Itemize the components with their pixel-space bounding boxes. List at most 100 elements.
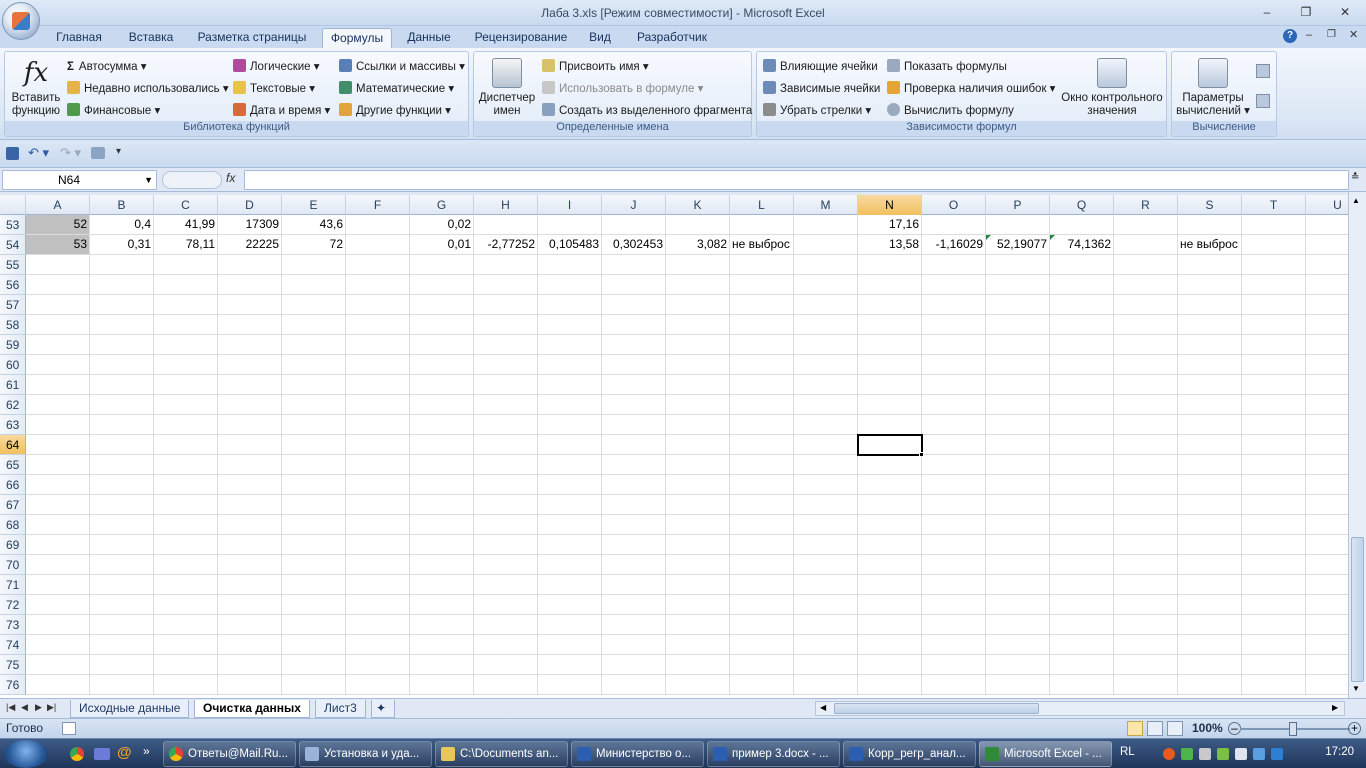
cell-P69[interactable]: [986, 535, 1050, 555]
cell-B74[interactable]: [90, 635, 154, 655]
cell-A53[interactable]: 52: [26, 215, 90, 235]
cell-C60[interactable]: [154, 355, 218, 375]
cell-U59[interactable]: [1306, 335, 1348, 355]
cell-I70[interactable]: [538, 555, 602, 575]
row-header[interactable]: 72: [0, 595, 26, 615]
cell-T66[interactable]: [1242, 475, 1306, 495]
cell-C56[interactable]: [154, 275, 218, 295]
cell-E70[interactable]: [282, 555, 346, 575]
cell-L54[interactable]: не выброс: [730, 235, 794, 255]
cell-D63[interactable]: [218, 415, 282, 435]
cell-P73[interactable]: [986, 615, 1050, 635]
cell-D53[interactable]: 17309: [218, 215, 282, 235]
cell-B76[interactable]: [90, 675, 154, 695]
cell-S53[interactable]: [1178, 215, 1242, 235]
cell-O55[interactable]: [922, 255, 986, 275]
cell-C70[interactable]: [154, 555, 218, 575]
cell-J53[interactable]: [602, 215, 666, 235]
cell-T63[interactable]: [1242, 415, 1306, 435]
cell-N61[interactable]: [858, 375, 922, 395]
cell-Q57[interactable]: [1050, 295, 1114, 315]
cell-L59[interactable]: [730, 335, 794, 355]
cell-U70[interactable]: [1306, 555, 1348, 575]
cell-O64[interactable]: [922, 435, 986, 455]
maximize-button[interactable]: ❐: [1291, 3, 1321, 21]
cell-K54[interactable]: 3,082: [666, 235, 730, 255]
cell-T70[interactable]: [1242, 555, 1306, 575]
cell-K57[interactable]: [666, 295, 730, 315]
cell-D72[interactable]: [218, 595, 282, 615]
row-header[interactable]: 73: [0, 615, 26, 635]
cell-I53[interactable]: [538, 215, 602, 235]
cell-Q76[interactable]: [1050, 675, 1114, 695]
cell-A59[interactable]: [26, 335, 90, 355]
cell-O71[interactable]: [922, 575, 986, 595]
cell-O69[interactable]: [922, 535, 986, 555]
math-functions-button[interactable]: Математические ▾: [339, 80, 454, 98]
cell-M58[interactable]: [794, 315, 858, 335]
cell-A73[interactable]: [26, 615, 90, 635]
cell-R68[interactable]: [1114, 515, 1178, 535]
cell-B61[interactable]: [90, 375, 154, 395]
cell-M57[interactable]: [794, 295, 858, 315]
column-header[interactable]: L: [730, 195, 794, 215]
cell-F53[interactable]: [346, 215, 410, 235]
cell-K56[interactable]: [666, 275, 730, 295]
cell-I54[interactable]: 0,105483: [538, 235, 602, 255]
cell-F75[interactable]: [346, 655, 410, 675]
cell-K76[interactable]: [666, 675, 730, 695]
cell-J60[interactable]: [602, 355, 666, 375]
use-in-formula-button[interactable]: Использовать в формуле ▾: [542, 80, 703, 98]
cell-U73[interactable]: [1306, 615, 1348, 635]
cell-J69[interactable]: [602, 535, 666, 555]
cell-K69[interactable]: [666, 535, 730, 555]
cell-G69[interactable]: [410, 535, 474, 555]
tab-data[interactable]: Данные: [402, 28, 456, 48]
column-header[interactable]: E: [282, 195, 346, 215]
cell-E60[interactable]: [282, 355, 346, 375]
cell-B67[interactable]: [90, 495, 154, 515]
mail-quicklaunch-icon[interactable]: [94, 748, 110, 760]
page-layout-view-icon[interactable]: [1147, 721, 1163, 736]
cell-K70[interactable]: [666, 555, 730, 575]
cell-U71[interactable]: [1306, 575, 1348, 595]
cell-L63[interactable]: [730, 415, 794, 435]
cell-T65[interactable]: [1242, 455, 1306, 475]
cell-H75[interactable]: [474, 655, 538, 675]
print-preview-icon[interactable]: [91, 147, 105, 159]
cell-F58[interactable]: [346, 315, 410, 335]
cell-L70[interactable]: [730, 555, 794, 575]
cell-D61[interactable]: [218, 375, 282, 395]
cell-C72[interactable]: [154, 595, 218, 615]
scroll-up-icon[interactable]: ▲: [1352, 196, 1360, 205]
cell-B65[interactable]: [90, 455, 154, 475]
cell-G55[interactable]: [410, 255, 474, 275]
more-quicklaunch-icon[interactable]: »: [143, 744, 150, 758]
cell-F72[interactable]: [346, 595, 410, 615]
cell-L74[interactable]: [730, 635, 794, 655]
cell-D76[interactable]: [218, 675, 282, 695]
cell-S66[interactable]: [1178, 475, 1242, 495]
cell-S72[interactable]: [1178, 595, 1242, 615]
macro-record-icon[interactable]: [62, 722, 76, 735]
cell-H72[interactable]: [474, 595, 538, 615]
cell-S70[interactable]: [1178, 555, 1242, 575]
cell-S62[interactable]: [1178, 395, 1242, 415]
cell-S65[interactable]: [1178, 455, 1242, 475]
cell-B66[interactable]: [90, 475, 154, 495]
tab-developer[interactable]: Разработчик: [630, 28, 714, 48]
cell-G66[interactable]: [410, 475, 474, 495]
cell-I62[interactable]: [538, 395, 602, 415]
cell-S60[interactable]: [1178, 355, 1242, 375]
cell-U72[interactable]: [1306, 595, 1348, 615]
cell-Q61[interactable]: [1050, 375, 1114, 395]
cell-R63[interactable]: [1114, 415, 1178, 435]
evaluate-formula-button[interactable]: Вычислить формулу: [887, 102, 1014, 120]
start-button[interactable]: [4, 740, 48, 768]
cell-M64[interactable]: [794, 435, 858, 455]
cell-I59[interactable]: [538, 335, 602, 355]
cell-T57[interactable]: [1242, 295, 1306, 315]
last-sheet-icon[interactable]: ▶|: [47, 702, 56, 713]
cell-M74[interactable]: [794, 635, 858, 655]
cell-J75[interactable]: [602, 655, 666, 675]
